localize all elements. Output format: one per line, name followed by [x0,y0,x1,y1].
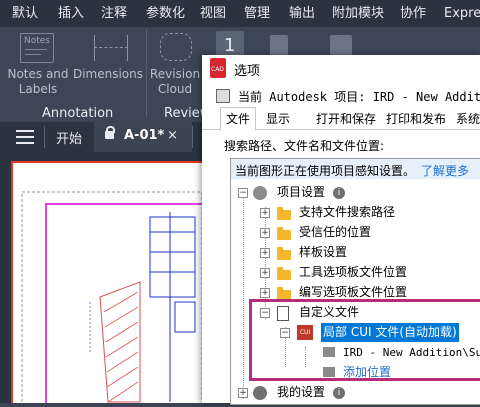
expand-custom-files[interactable]: − [260,308,270,318]
expand-trusted-locations[interactable]: + [260,228,270,238]
tree-project-settings[interactable]: 项目设置 [277,183,325,202]
project-icon [216,89,230,103]
notes-and-labels-label[interactable]: Notes and Labels [4,67,72,97]
expand-tool-palette-paths[interactable]: + [260,268,270,278]
add-location-icon [323,367,335,377]
expand-authoring-palette-paths[interactable]: + [260,288,270,298]
revision-cloud-label[interactable]: Revision Cloud [148,67,202,97]
lock-icon-shackle [106,126,115,133]
section-label: 搜索路径、文件名和文件位置: [224,139,385,153]
notes-icon[interactable]: Notes [20,33,54,63]
info-icon[interactable]: i [333,187,345,199]
drawing-viewport [11,161,213,407]
folder-icon [277,267,291,280]
tab-plot-and-publish[interactable]: 打印和发布 [386,110,446,127]
gear-icon [253,186,267,200]
folder-icon [277,247,291,260]
ribbon-tab-bar: 默认 插入 注释 参数化 视图 管理 输出 附加模块 协作 Expre [0,0,480,27]
tree-local-cui[interactable]: 局部 CUI 文件(自动加载) [321,323,459,342]
info-icon[interactable]: i [333,387,345,399]
expand-project-settings[interactable]: − [238,188,248,198]
ribbon-tab-annotate[interactable]: 注释 [101,0,127,27]
tree-add-location[interactable]: 添加位置 [343,363,391,382]
close-tab-icon[interactable]: × [167,128,178,143]
learn-more-link[interactable]: 了解更多 [421,162,469,179]
file-icon [277,306,289,321]
user-icon [253,386,267,400]
ribbon-tab-view[interactable]: 视图 [200,0,226,27]
app-icon-text: CAD [211,66,224,73]
tree-view[interactable]: 当前图形正在使用项目感知设置。 了解更多 − 项目设置 i + 支持文件搜索路径… [230,158,480,405]
notes-icon-text: Notes [24,36,50,46]
ribbon-separator [146,29,147,117]
ribbon-tab-insert[interactable]: 插入 [58,0,84,27]
ribbon-tab-manage[interactable]: 管理 [244,0,270,27]
ribbon-tab-express[interactable]: Expre [444,0,480,27]
tree-my-settings[interactable]: 我的设置 [277,383,325,402]
revision-cloud-icon[interactable] [160,33,192,61]
tab-open-and-save[interactable]: 打开和保存 [316,110,376,127]
ribbon-tab-default[interactable]: 默认 [12,0,38,27]
tree-tool-palette-paths[interactable]: 工具选项板文件位置 [299,263,407,282]
folder-icon [277,207,291,220]
annotation-panel-title: Annotation [42,106,114,121]
tree-trusted-locations[interactable]: 受信任的位置 [299,223,371,242]
cui-path-icon [323,347,335,357]
start-tab[interactable]: 开始 [56,128,82,147]
tree-support-paths[interactable]: 支持文件搜索路径 [299,203,395,222]
ribbon-tab-output[interactable]: 输出 [289,0,315,27]
hamburger-menu-icon[interactable] [16,130,34,144]
folder-icon [277,227,291,240]
dialog-title: 选项 [234,64,261,79]
current-drawing-tab[interactable]: A-01* [124,128,164,143]
tab-display[interactable]: 显示 [266,110,290,127]
ribbon-tab-addins[interactable]: 附加模块 [332,0,384,27]
tree-template-settings[interactable]: 样板设置 [299,243,347,262]
drawing-canvas[interactable] [0,152,213,407]
cui-file-icon: CUI [297,325,313,340]
expand-support-paths[interactable]: + [260,208,270,218]
expand-local-cui[interactable]: − [280,328,290,338]
expand-template-settings[interactable]: + [260,248,270,258]
dimensions-label[interactable]: Dimensions [72,67,144,82]
count-badge: 1 [224,35,236,56]
tab-files[interactable]: 文件 [226,110,250,127]
current-project-line: 当前 Autodesk 项目: IRD - New Addition [238,90,480,104]
info-bar: 当前图形正在使用项目感知设置。 了解更多 [231,159,480,179]
autocad-app-icon: CAD [210,58,226,78]
tree-custom-files[interactable]: 自定义文件 [299,303,359,322]
tree-cui-path[interactable]: IRD - New Addition\Sup [343,343,480,362]
ribbon-tab-collaborate[interactable]: 协作 [400,0,426,27]
dimensions-icon[interactable] [94,35,128,61]
tab-system[interactable]: 系统 [456,110,480,127]
info-bar-text: 当前图形正在使用项目感知设置。 [235,164,416,178]
expand-my-settings[interactable]: + [238,388,248,398]
options-dialog: CAD 选项 当前 Autodesk 项目: IRD - New Additio… [202,55,480,405]
ribbon-tab-parametric[interactable]: 参数化 [146,0,185,27]
